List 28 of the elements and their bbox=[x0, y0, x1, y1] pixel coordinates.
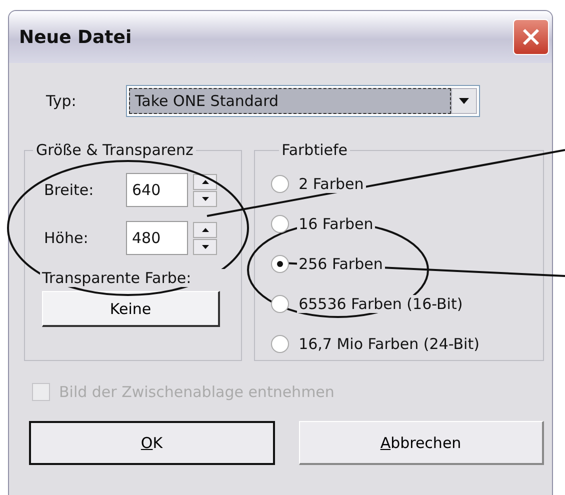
number-field[interactable]: 640 bbox=[126, 173, 188, 207]
up-arrow-icon bbox=[202, 228, 208, 232]
radio-option[interactable]: 16 Farben bbox=[270, 209, 543, 239]
group-title: Größe & Transparenz bbox=[35, 141, 194, 159]
checkbox-label: Bild der Zwischenablage entnehmen bbox=[59, 383, 334, 401]
down-arrow-icon bbox=[202, 244, 208, 248]
window-title: Neue Datei bbox=[19, 26, 132, 48]
close-button[interactable] bbox=[513, 19, 549, 55]
type-label: Typ: bbox=[45, 92, 78, 110]
ok-button[interactable]: OK bbox=[29, 421, 274, 465]
radio-option[interactable]: 16,7 Mio Farben (24-Bit) bbox=[270, 329, 543, 359]
up-arrow-icon bbox=[202, 180, 208, 184]
dropdown-arrow-icon bbox=[459, 98, 469, 104]
spin-up-button[interactable] bbox=[193, 222, 217, 238]
transparent-color-button[interactable]: Keine bbox=[42, 291, 220, 327]
field-label: Höhe: bbox=[44, 229, 90, 247]
cancel-button[interactable]: Abbrechen bbox=[298, 421, 544, 465]
spin-down-button[interactable] bbox=[193, 238, 217, 254]
radio-option[interactable]: 2 Farben bbox=[270, 169, 543, 199]
radio-option[interactable]: 256 Farben bbox=[270, 249, 543, 279]
group-title: Farbtiefe bbox=[280, 141, 348, 159]
spin-down-button[interactable] bbox=[193, 190, 217, 206]
type-dropdown[interactable]: Take ONE Standard bbox=[126, 85, 480, 117]
radio-option[interactable]: 65536 Farben (16-Bit) bbox=[270, 289, 543, 319]
down-arrow-icon bbox=[202, 196, 208, 200]
number-field[interactable]: 480 bbox=[126, 221, 188, 255]
field-label: Breite: bbox=[44, 181, 95, 199]
close-icon bbox=[521, 27, 541, 47]
